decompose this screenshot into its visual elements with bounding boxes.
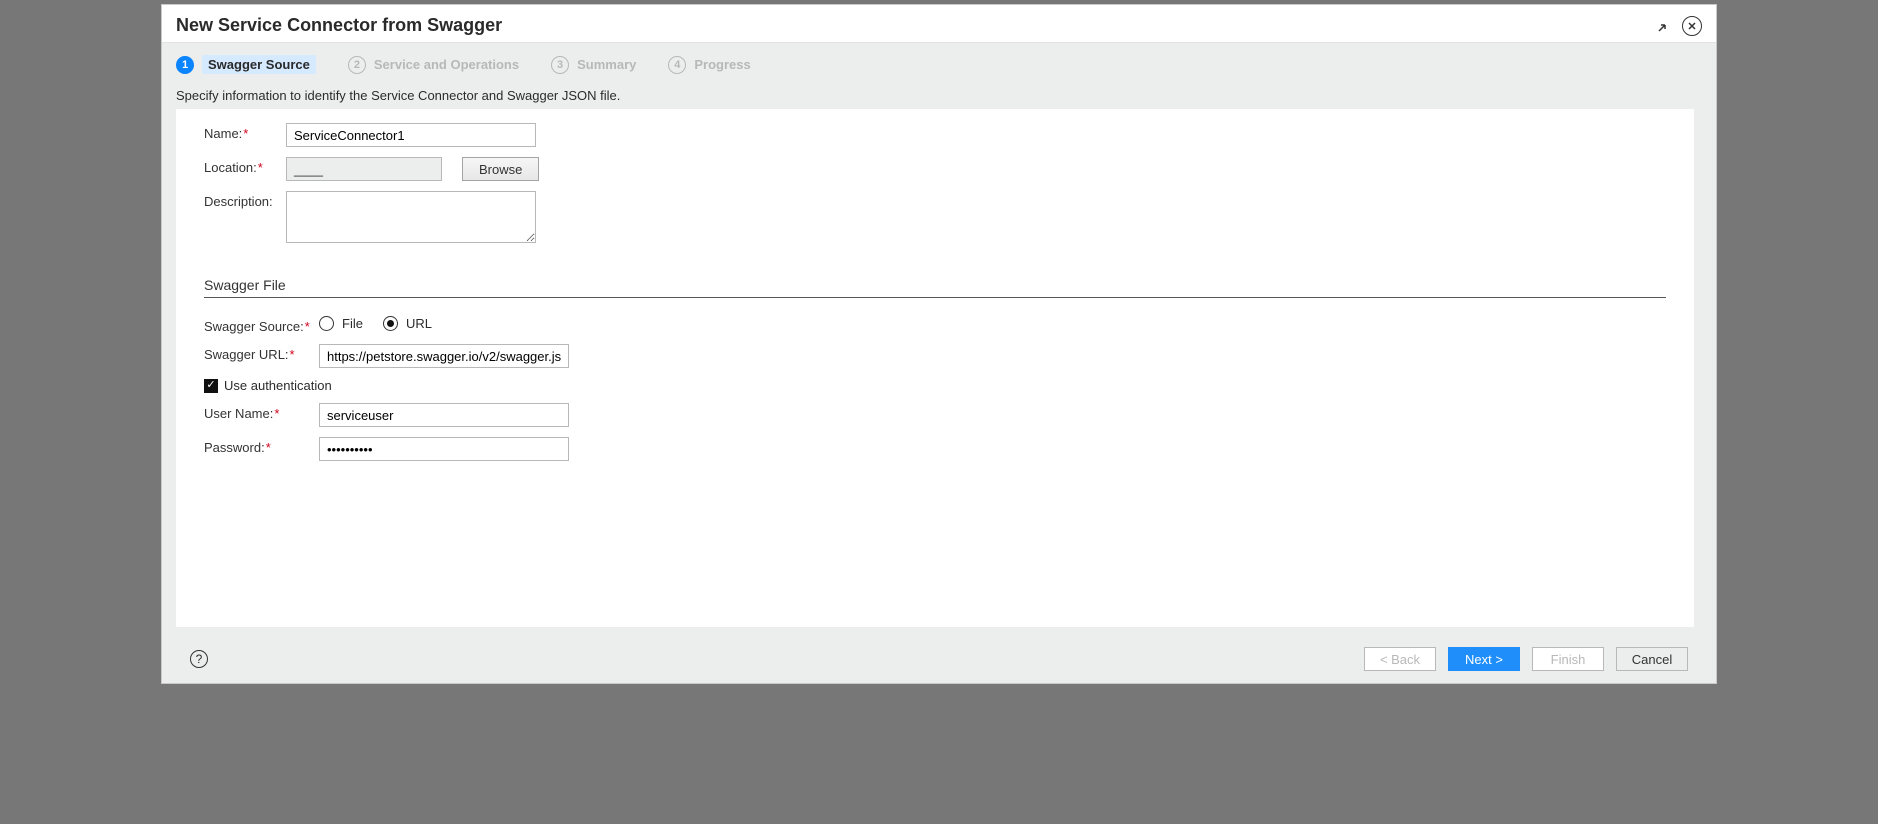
step-progress[interactable]: 4 Progress bbox=[668, 56, 750, 74]
row-username: User Name:* bbox=[204, 403, 1666, 427]
radio-url-label: URL bbox=[406, 316, 432, 331]
step-service-operations[interactable]: 2 Service and Operations bbox=[348, 56, 519, 74]
name-input[interactable] bbox=[286, 123, 536, 147]
step-swagger-source[interactable]: 1 Swagger Source bbox=[176, 55, 316, 74]
restore-icon[interactable] bbox=[1654, 16, 1674, 36]
step-summary[interactable]: 3 Summary bbox=[551, 56, 636, 74]
location-label: Location:* bbox=[204, 157, 286, 175]
cancel-button[interactable]: Cancel bbox=[1616, 647, 1688, 671]
step-badge: 2 bbox=[348, 56, 366, 74]
radio-file-label: File bbox=[342, 316, 363, 331]
row-description: Description: bbox=[204, 191, 1666, 243]
password-label: Password:* bbox=[204, 437, 319, 455]
swagger-file-heading: Swagger File bbox=[204, 277, 1666, 293]
row-swagger-url: Swagger URL:* bbox=[204, 344, 1666, 368]
description-label: Description: bbox=[204, 191, 286, 209]
titlebar: New Service Connector from Swagger bbox=[162, 5, 1716, 42]
row-use-auth: ✓ Use authentication bbox=[204, 378, 1666, 393]
row-name: Name:* bbox=[204, 123, 1666, 147]
dialog-title: New Service Connector from Swagger bbox=[176, 15, 502, 36]
use-auth-checkbox[interactable]: ✓ bbox=[204, 379, 218, 393]
wizard-area: 1 Swagger Source 2 Service and Operation… bbox=[162, 42, 1716, 683]
swagger-source-label: Swagger Source:* bbox=[204, 316, 319, 334]
next-button[interactable]: Next > bbox=[1448, 647, 1520, 671]
swagger-url-label: Swagger URL:* bbox=[204, 344, 319, 362]
footer: ? < Back Next > Finish Cancel bbox=[176, 635, 1702, 683]
help-icon[interactable]: ? bbox=[190, 650, 208, 668]
step-label: Swagger Source bbox=[202, 55, 316, 74]
step-label: Service and Operations bbox=[374, 57, 519, 72]
step-label: Summary bbox=[577, 57, 636, 72]
password-input[interactable] bbox=[319, 437, 569, 461]
footer-buttons: < Back Next > Finish Cancel bbox=[1364, 647, 1688, 671]
swagger-source-radios: File URL bbox=[319, 316, 432, 331]
finish-button[interactable]: Finish bbox=[1532, 647, 1604, 671]
back-button[interactable]: < Back bbox=[1364, 647, 1436, 671]
location-input[interactable]: ____ bbox=[286, 157, 442, 181]
instruction-text: Specify information to identify the Serv… bbox=[176, 88, 1702, 103]
form-panel: Name:* Location:* ____ Browse Descriptio… bbox=[176, 109, 1702, 635]
use-auth-label: Use authentication bbox=[224, 378, 332, 393]
step-badge: 3 bbox=[551, 56, 569, 74]
row-location: Location:* ____ Browse bbox=[204, 157, 1666, 181]
step-badge: 4 bbox=[668, 56, 686, 74]
row-password: Password:* bbox=[204, 437, 1666, 461]
username-input[interactable] bbox=[319, 403, 569, 427]
close-icon[interactable] bbox=[1682, 16, 1702, 36]
radio-url[interactable] bbox=[383, 316, 398, 331]
description-input[interactable] bbox=[286, 191, 536, 243]
wizard-steps: 1 Swagger Source 2 Service and Operation… bbox=[176, 55, 1702, 74]
dialog-window: New Service Connector from Swagger 1 Swa… bbox=[161, 4, 1717, 684]
row-swagger-source: Swagger Source:* File URL bbox=[204, 316, 1666, 334]
section-divider bbox=[204, 297, 1666, 298]
step-label: Progress bbox=[694, 57, 750, 72]
step-badge: 1 bbox=[176, 56, 194, 74]
username-label: User Name:* bbox=[204, 403, 319, 421]
name-label: Name:* bbox=[204, 123, 286, 141]
browse-button[interactable]: Browse bbox=[462, 157, 539, 181]
radio-file[interactable] bbox=[319, 316, 334, 331]
window-controls bbox=[1654, 16, 1702, 36]
swagger-url-input[interactable] bbox=[319, 344, 569, 368]
